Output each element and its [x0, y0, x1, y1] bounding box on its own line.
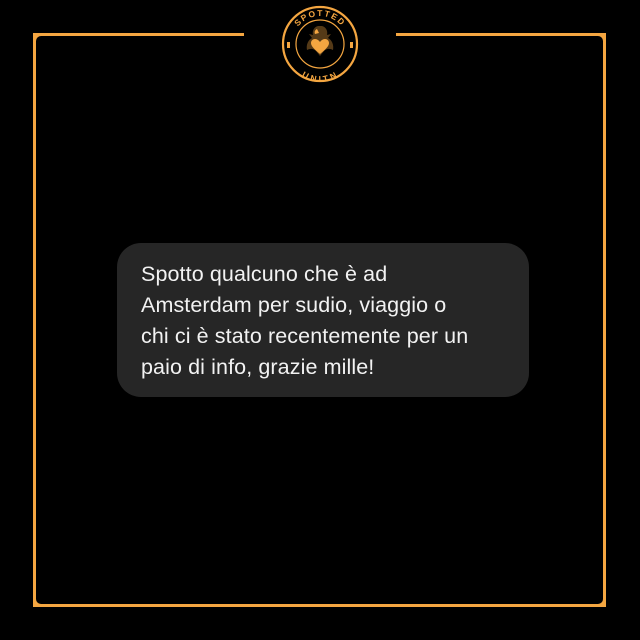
spotted-unitn-logo: SPOTTED UNITN: [278, 4, 362, 84]
post-canvas: SPOTTED UNITN Spotto qualcuno che è ad A…: [0, 0, 640, 640]
message-line-3: chi ci è stato recentemente per un: [141, 324, 469, 348]
message-line-4: paio di info, grazie mille!: [141, 355, 375, 379]
frame-right-line: [603, 33, 606, 607]
frame-top-left-line: [33, 33, 244, 36]
frame-corner-bottom-left: [33, 593, 47, 607]
message-line-1: Spotto qualcuno che è ad: [141, 262, 388, 286]
frame-top-right-line: [396, 33, 606, 36]
message-line-2: Amsterdam per sudio, viaggio o: [141, 293, 447, 317]
frame-left-line: [33, 33, 36, 607]
frame-corner-top-left: [33, 33, 47, 47]
frame-corner-top-right: [592, 33, 606, 47]
frame-bottom-line: [33, 604, 606, 607]
spotted-unitn-logo-icon: SPOTTED UNITN: [281, 5, 359, 84]
message-bubble: Spotto qualcuno che è ad Amsterdam per s…: [117, 243, 529, 397]
